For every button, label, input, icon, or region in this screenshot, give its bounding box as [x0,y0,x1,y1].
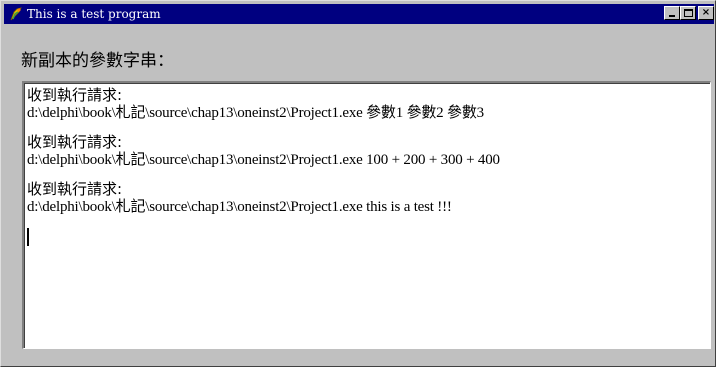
request-heading: 收到執行請求: [27,180,123,198]
list-item: 收到執行請求: d:\delphi\book\札記\source\chap13\… [27,181,710,216]
list-item: 收到執行請求: d:\delphi\book\札記\source\chap13\… [27,87,710,122]
app-window: This is a test program × 新副本的參數字串： 收到執行請… [0,0,716,367]
request-heading: 收到執行請求: [27,133,123,151]
close-icon: × [701,7,711,18]
params-memo[interactable]: 收到執行請求: d:\delphi\book\札記\source\chap13\… [22,81,711,349]
close-button[interactable]: × [698,6,714,20]
list-item: 收到執行請求: d:\delphi\book\札記\source\chap13\… [27,134,710,169]
command-line: d:\delphi\book\札記\source\chap13\oneinst2… [27,152,500,168]
command-line: d:\delphi\book\札記\source\chap13\oneinst2… [27,199,452,215]
title-bar[interactable]: This is a test program × [4,4,714,24]
minimize-icon [669,15,675,17]
delphi-app-icon [10,7,22,21]
maximize-icon [684,9,693,17]
request-heading: 收到執行請求: [27,86,123,104]
minimize-button[interactable] [664,6,680,20]
text-caret [27,228,29,246]
maximize-button[interactable] [680,6,696,20]
command-line: d:\delphi\book\札記\source\chap13\oneinst2… [27,105,484,121]
window-title: This is a test program [27,7,161,21]
params-label: 新副本的參數字串： [21,51,174,71]
